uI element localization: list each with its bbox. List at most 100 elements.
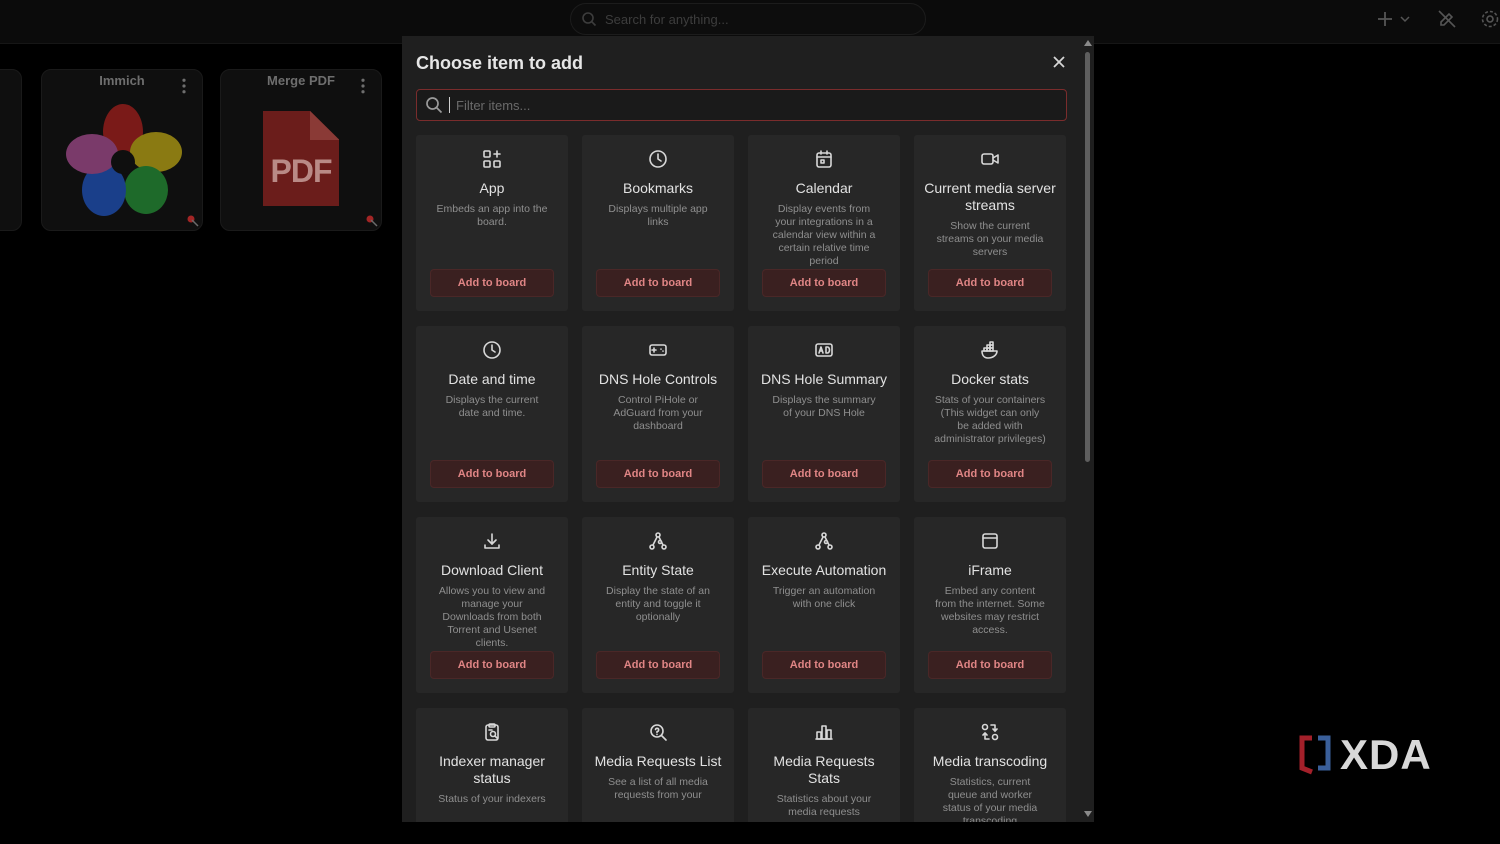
widget-name: Download Client Allows you to view and ma… <box>424 562 560 650</box>
widget-name: iFrame Embed any content from the interne… <box>922 562 1058 637</box>
widget-description: Embed any content from the internet. Som… <box>935 585 1045 636</box>
widget-name: Date and time Displays the current date a… <box>424 371 560 420</box>
calendar-icon <box>748 149 900 171</box>
more-vertical-icon[interactable] <box>357 78 369 94</box>
docker-icon <box>914 340 1066 362</box>
widget-name: Execute Automation Trigger an automation … <box>756 562 892 611</box>
widget-card: DNS Hole Summary Displays the summary of … <box>748 326 900 502</box>
widget-card: Date and time Displays the current date a… <box>416 326 568 502</box>
widget-card: Docker stats Stats of your containers (Th… <box>914 326 1066 502</box>
widget-card: DNS Hole Controls Control PiHole or AdGua… <box>582 326 734 502</box>
widget-description: Show the current streams on your media s… <box>936 220 1044 258</box>
close-icon[interactable] <box>1051 54 1067 70</box>
board-tile-partial[interactable] <box>0 69 22 231</box>
pdf-file-icon: PDF <box>263 111 339 206</box>
add-to-board-button[interactable]: Add to board <box>430 460 554 488</box>
widget-name: Media Requests Stats Statistics about you… <box>756 753 892 819</box>
widget-card: Media Requests List See a list of all med… <box>582 708 734 822</box>
scroll-down-arrow-icon[interactable] <box>1084 811 1092 817</box>
bar-chart-icon <box>748 722 900 744</box>
add-to-board-button[interactable]: Add to board <box>430 269 554 297</box>
choose-item-modal: Choose item to add AppEmbeds an app into… <box>402 36 1094 822</box>
search-icon <box>582 12 597 27</box>
gamepad-icon <box>582 340 734 362</box>
filter-items-input[interactable] <box>456 97 1016 113</box>
add-to-board-button[interactable]: Add to board <box>928 269 1052 297</box>
board-tile-immich[interactable]: Immich <box>41 69 203 231</box>
widget-description: Embeds an app into the board. <box>436 203 548 228</box>
xda-logo-icon <box>1299 735 1331 775</box>
network-icon <box>748 531 900 553</box>
xda-watermark-text: XDA <box>1340 731 1432 778</box>
widget-description: Statistics about your media requests <box>776 793 872 818</box>
clock-icon <box>582 149 734 171</box>
widget-description: See a list of all media requests from yo… <box>608 776 708 801</box>
add-to-board-button[interactable]: Add to board <box>762 460 886 488</box>
add-icon[interactable] <box>1374 8 1396 30</box>
text-caret <box>449 97 450 113</box>
widget-card: Bookmarks Displays multiple app links Add … <box>582 135 734 311</box>
pdf-file-label: PDF <box>270 153 333 189</box>
widget-description: Stats of your containers (This widget ca… <box>934 394 1046 445</box>
widget-description: Trigger an automation with one click <box>772 585 876 610</box>
add-to-board-button[interactable]: Add to board <box>928 651 1052 679</box>
add-to-board-button[interactable]: Add to board <box>596 651 720 679</box>
widget-card: iFrame Embed any content from the interne… <box>914 517 1066 693</box>
add-to-board-button[interactable]: Add to board <box>928 460 1052 488</box>
widget-card: Indexer manager status Status of your ind… <box>416 708 568 822</box>
widget-card: Calendar Display events from your integra… <box>748 135 900 311</box>
transcode-icon <box>914 722 1066 744</box>
scrollbar-thumb[interactable] <box>1085 52 1090 462</box>
widget-description: Displays the current date and time. <box>445 394 539 419</box>
widget-card: Media Requests Stats Statistics about you… <box>748 708 900 822</box>
add-to-board-button[interactable]: Add to board <box>762 269 886 297</box>
scroll-up-arrow-icon[interactable] <box>1084 40 1092 46</box>
widget-name: Current media server streams Show the cur… <box>922 180 1058 259</box>
add-to-board-button[interactable]: Add to board <box>762 651 886 679</box>
app-icon <box>416 149 568 171</box>
filter-items-field[interactable] <box>416 89 1067 121</box>
clock-icon <box>416 340 568 362</box>
widget-name: Calendar Display events from your integra… <box>756 180 892 268</box>
widget-description: Allows you to view and manage your Downl… <box>438 585 546 649</box>
board-tile-merge-pdf[interactable]: Merge PDF PDF <box>220 69 382 231</box>
widget-card: Entity State Display the state of an enti… <box>582 517 734 693</box>
widget-description: Displays multiple app links <box>608 203 708 228</box>
global-search-placeholder: Search for anything... <box>605 11 729 27</box>
widget-card: Media transcoding Statistics, current que… <box>914 708 1066 822</box>
widget-grid: App Embeds an app into the board. Add to b… <box>416 135 1067 822</box>
widget-description: Display the state of an entity and toggl… <box>606 585 710 623</box>
add-to-board-button[interactable]: Add to board <box>596 460 720 488</box>
network-icon <box>582 531 734 553</box>
widget-description: Control PiHole or AdGuard from your dash… <box>613 394 703 432</box>
more-vertical-icon[interactable] <box>178 78 190 94</box>
widget-name: App Embeds an app into the board. <box>424 180 560 229</box>
widget-description: Display events from your integrations in… <box>772 203 876 267</box>
resize-handle-icon[interactable] <box>365 214 379 228</box>
widget-name: Indexer manager status Status of your ind… <box>424 753 560 806</box>
chevron-down-icon[interactable] <box>1398 8 1412 30</box>
widget-name: DNS Hole Summary Displays the summary of … <box>756 371 892 420</box>
add-to-board-button[interactable]: Add to board <box>430 651 554 679</box>
search-question-icon <box>582 722 734 744</box>
search-icon <box>426 97 443 114</box>
edit-off-icon[interactable] <box>1436 8 1458 30</box>
modal-title: Choose item to add <box>416 53 584 73</box>
widget-name: Bookmarks Displays multiple app links <box>590 180 726 229</box>
gear-icon[interactable] <box>1479 8 1500 30</box>
resize-handle-icon[interactable] <box>186 214 200 228</box>
video-icon <box>914 149 1066 171</box>
widget-name: Entity State Display the state of an enti… <box>590 562 726 624</box>
widget-card: Current media server streams Show the cur… <box>914 135 1066 311</box>
global-search[interactable]: Search for anything... <box>570 3 926 35</box>
widget-name: Media Requests List See a list of all med… <box>590 753 726 802</box>
download-icon <box>416 531 568 553</box>
widget-name: DNS Hole Controls Control PiHole or AdGua… <box>590 371 726 433</box>
widget-description: Status of your indexers <box>438 793 546 805</box>
widget-description: Displays the summary of your DNS Hole <box>772 394 876 419</box>
add-to-board-button[interactable]: Add to board <box>596 269 720 297</box>
xda-watermark: XDA <box>1298 734 1432 776</box>
widget-card: Execute Automation Trigger an automation … <box>748 517 900 693</box>
immich-logo-icon <box>66 104 182 216</box>
clipboard-search-icon <box>416 722 568 744</box>
